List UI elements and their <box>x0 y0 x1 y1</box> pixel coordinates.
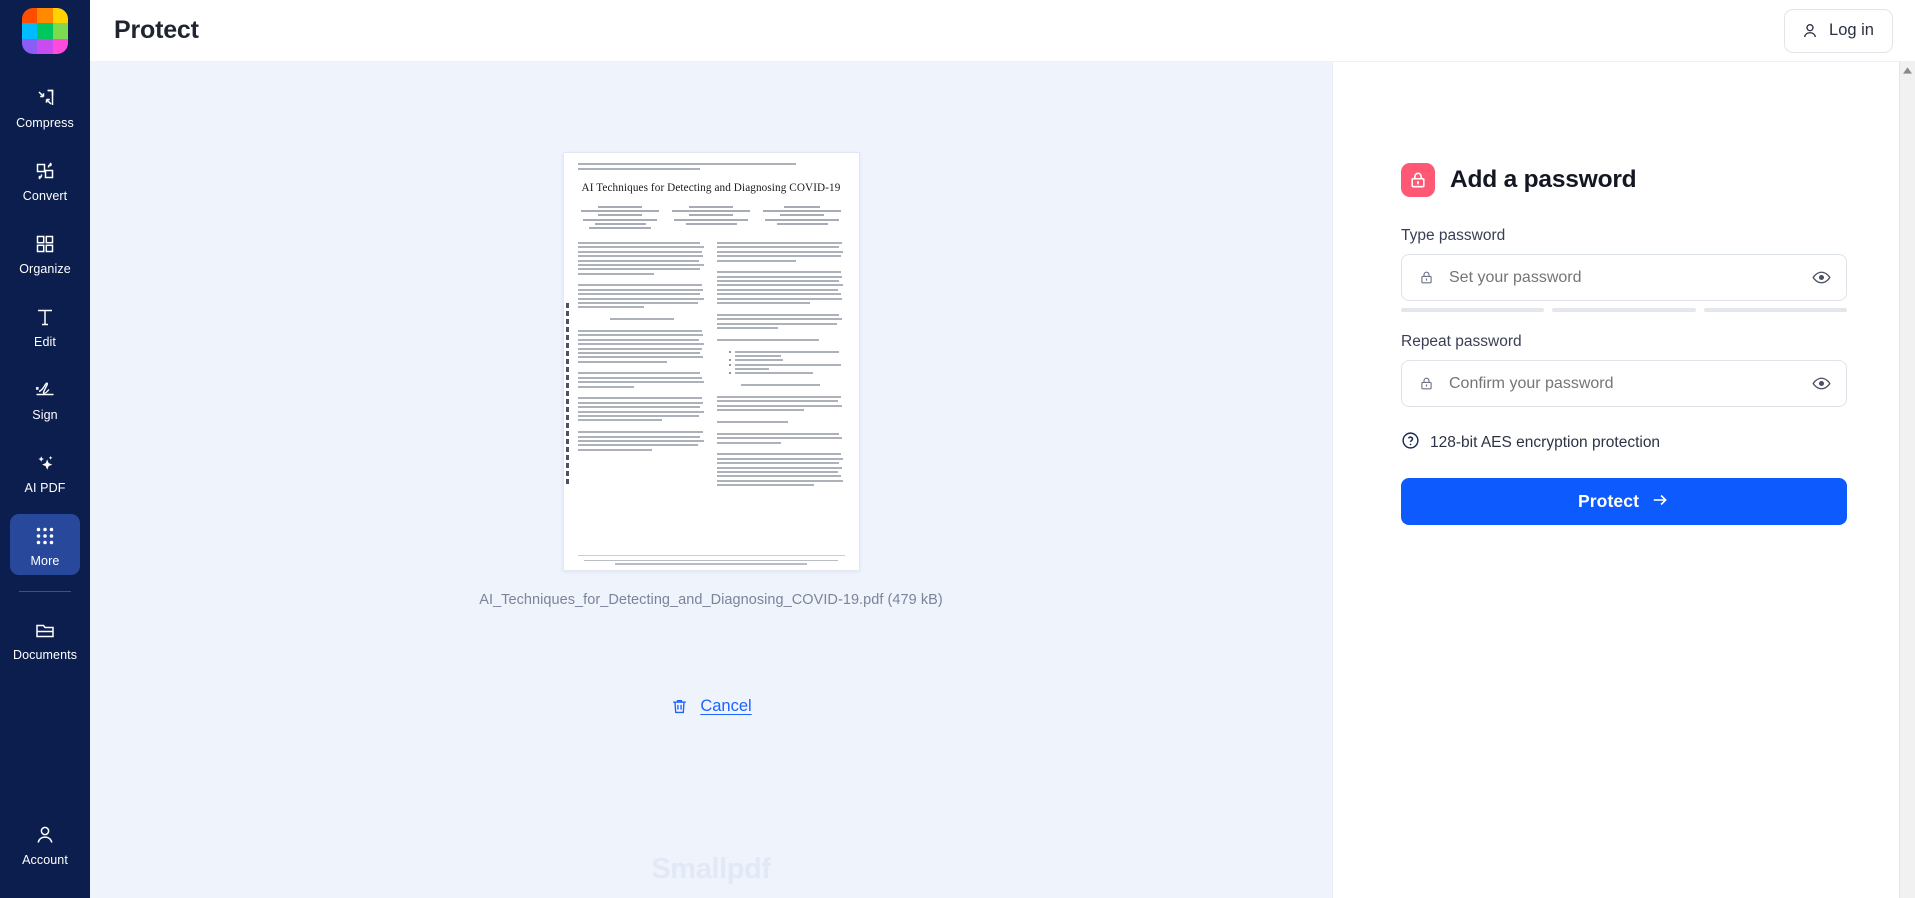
document-header-lines <box>577 163 845 170</box>
strength-segment <box>1552 308 1696 312</box>
password-field-group: Type password <box>1401 227 1847 312</box>
document-column-left <box>577 241 706 486</box>
sidebar-item-documents[interactable]: Documents <box>10 608 80 669</box>
convert-icon <box>33 158 57 184</box>
encryption-note-text: 128-bit AES encryption protection <box>1430 434 1661 451</box>
organize-icon <box>33 231 57 257</box>
password-strength-meter <box>1401 308 1847 312</box>
sidebar-item-account[interactable]: Account <box>10 813 80 874</box>
repeat-password-field-group: Repeat password <box>1401 333 1847 407</box>
smallpdf-logo[interactable] <box>22 8 68 54</box>
repeat-password-field-label: Repeat password <box>1401 333 1522 350</box>
ai-pdf-icon <box>33 450 57 476</box>
cancel-label: Cancel <box>700 697 752 715</box>
sidebar-item-label: Documents <box>12 648 78 662</box>
main-column: Protect Log in AI Techniques for Detecti… <box>90 0 1915 898</box>
sidebar-item-label: Organize <box>19 262 71 276</box>
documents-folder-icon <box>33 617 57 643</box>
sidebar-item-compress[interactable]: Compress <box>10 76 80 137</box>
smallpdf-watermark: Smallpdf <box>651 853 771 885</box>
password-field-label: Type password <box>1401 227 1506 244</box>
encryption-note: 128-bit AES encryption protection <box>1401 431 1847 455</box>
more-grid-icon <box>34 523 56 549</box>
repeat-password-input[interactable] <box>1449 374 1811 393</box>
sidebar-item-label: Edit <box>34 335 56 349</box>
sidebar-nav: Compress Convert Organize Edit Sign AI P… <box>0 76 90 681</box>
document-authors <box>578 206 845 229</box>
login-button-label: Log in <box>1829 21 1874 39</box>
lock-icon <box>1418 269 1435 286</box>
logo-container[interactable] <box>0 0 90 62</box>
lock-badge-icon <box>1401 163 1435 197</box>
document-bullet-list <box>717 350 845 375</box>
scrollbar-thumb[interactable] <box>1902 79 1913 379</box>
trash-icon <box>670 697 689 716</box>
logo-tile <box>37 23 53 39</box>
content-area: AI Techniques for Detecting and Diagnosi… <box>90 62 1915 898</box>
logo-tile <box>22 23 38 39</box>
eye-icon[interactable] <box>1811 267 1832 288</box>
arrow-right-icon <box>1650 490 1670 513</box>
logo-tile <box>37 38 53 54</box>
sidebar-divider <box>19 591 71 592</box>
scroll-up-arrow-icon[interactable] <box>1900 62 1915 78</box>
sign-icon <box>32 377 58 403</box>
document-body-columns <box>577 241 845 487</box>
lock-icon <box>1418 375 1435 392</box>
logo-tile <box>52 23 68 39</box>
panel-title: Add a password <box>1450 166 1637 193</box>
sidebar-item-label: More <box>30 554 60 568</box>
logo-tile <box>22 38 38 54</box>
sidebar-item-label: AI PDF <box>24 481 66 495</box>
panel-header: Add a password <box>1401 163 1847 197</box>
sidebar-item-edit[interactable]: Edit <box>10 295 80 356</box>
logo-tile <box>52 8 68 24</box>
password-input-wrapper[interactable] <box>1401 254 1847 301</box>
document-margin-marks <box>565 303 569 484</box>
document-title: AI Techniques for Detecting and Diagnosi… <box>581 181 841 194</box>
page-scrollbar[interactable] <box>1899 62 1915 898</box>
app-root: Compress Convert Organize Edit Sign AI P… <box>0 0 1915 898</box>
logo-tile <box>22 8 38 24</box>
account-person-icon <box>33 822 57 848</box>
login-button[interactable]: Log in <box>1784 8 1893 53</box>
document-footer-lines <box>577 554 845 565</box>
sidebar-item-label: Sign <box>32 408 58 422</box>
left-sidebar: Compress Convert Organize Edit Sign AI P… <box>0 0 90 898</box>
top-bar: Protect Log in <box>90 0 1915 62</box>
protect-panel: Add a password Type password Set your pa… <box>1332 62 1915 898</box>
sidebar-item-more[interactable]: More <box>10 514 80 575</box>
file-name-label: AI_Techniques_for_Detecting_and_Diagnosi… <box>479 592 943 608</box>
sidebar-item-ai-pdf[interactable]: AI PDF <box>10 441 80 502</box>
sidebar-item-organize[interactable]: Organize <box>10 222 80 283</box>
password-input[interactable] <box>1449 268 1811 287</box>
sidebar-item-label: Convert <box>22 189 68 203</box>
document-thumbnail[interactable]: AI Techniques for Detecting and Diagnosi… <box>562 152 860 571</box>
document-column-right <box>716 241 845 487</box>
sidebar-item-convert[interactable]: Convert <box>10 149 80 210</box>
cancel-button[interactable]: Cancel <box>670 697 752 716</box>
strength-segment <box>1401 308 1545 312</box>
person-icon <box>1800 21 1820 41</box>
eye-icon[interactable] <box>1811 373 1832 394</box>
sidebar-item-sign[interactable]: Sign <box>10 368 80 429</box>
strength-segment <box>1703 308 1847 312</box>
compress-icon <box>33 85 57 111</box>
repeat-password-input-wrapper[interactable] <box>1401 360 1847 407</box>
logo-tile <box>37 8 53 24</box>
logo-tile <box>52 38 68 54</box>
page-title: Protect <box>114 16 199 44</box>
document-preview-pane: AI Techniques for Detecting and Diagnosi… <box>90 62 1332 898</box>
sidebar-item-label: Account <box>22 853 68 867</box>
protect-button-label: Protect <box>1578 491 1639 511</box>
protect-button[interactable]: Protect <box>1401 478 1847 525</box>
sidebar-item-label: Compress <box>16 116 74 130</box>
edit-icon <box>33 304 57 330</box>
question-circle-icon[interactable] <box>1401 431 1420 455</box>
